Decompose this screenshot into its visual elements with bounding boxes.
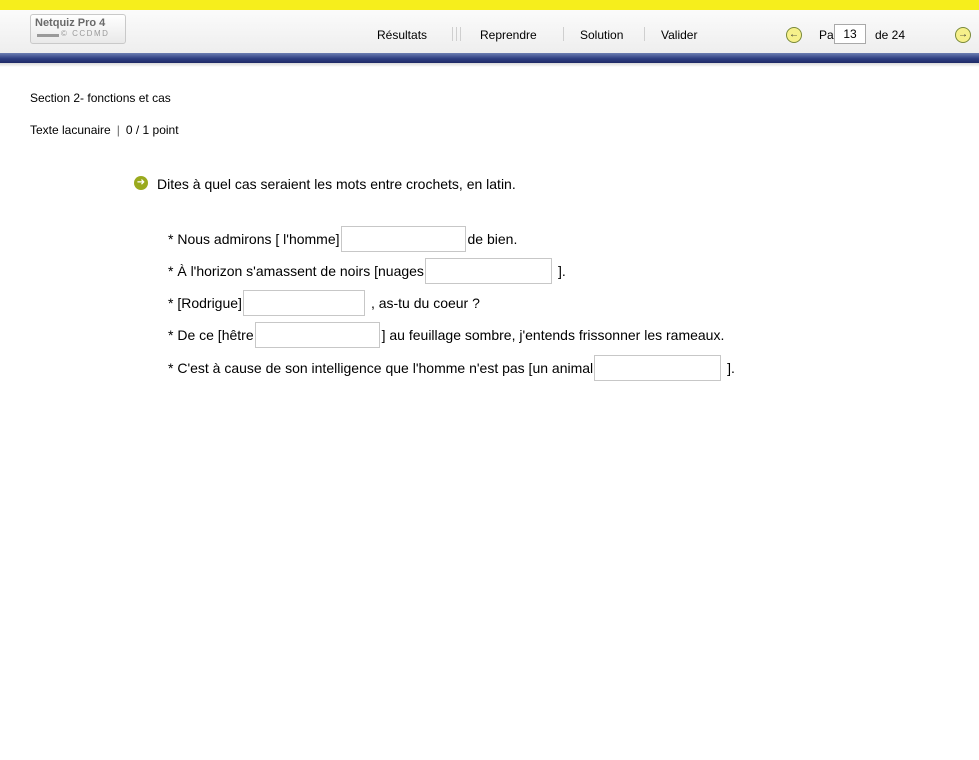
section-title: Section 2- fonctions et cas bbox=[30, 91, 171, 105]
question-type: Texte lacunaire bbox=[30, 123, 111, 137]
gap-line-4: * De ce [hêtre ] au feuillage sombre, j'… bbox=[168, 322, 724, 348]
valider-button[interactable]: Valider bbox=[661, 28, 697, 42]
question-meta: Texte lacunaire | 0 / 1 point bbox=[30, 123, 179, 137]
header-shadow bbox=[0, 63, 979, 67]
left-arrow-icon: ← bbox=[789, 29, 799, 40]
app-logo: Netquiz Pro 4 © CCDMD bbox=[30, 14, 126, 44]
line-text-before: * Nous admirons [ l'homme] bbox=[168, 231, 340, 247]
toolbar: Netquiz Pro 4 © CCDMD Résultats Reprendr… bbox=[0, 10, 979, 53]
top-accent-stripe bbox=[0, 0, 979, 10]
line-text-after: ]. bbox=[557, 263, 566, 279]
gap-input-4[interactable] bbox=[254, 322, 380, 348]
line-text-after: de bien. bbox=[467, 231, 518, 247]
arrow-right-circle-icon: ➜ bbox=[134, 176, 148, 190]
page-total: de 24 bbox=[875, 28, 906, 42]
line-text-before: * [Rodrigue] bbox=[168, 295, 242, 311]
line-text-after: ]. bbox=[727, 360, 735, 376]
line-text-before: * C'est à cause de son intelligence que … bbox=[168, 360, 594, 376]
right-arrow-icon: → bbox=[958, 29, 968, 40]
header-blue-band bbox=[0, 53, 979, 63]
question-score: 0 / 1 point bbox=[125, 123, 179, 137]
solution-button[interactable]: Solution bbox=[580, 28, 623, 42]
logo-org: © CCDMD bbox=[61, 29, 110, 38]
next-page-button[interactable]: → bbox=[955, 27, 971, 43]
logo-bar bbox=[37, 34, 59, 37]
gap-input-2[interactable] bbox=[424, 258, 552, 284]
toolbar-divider bbox=[452, 27, 453, 41]
toolbar-divider bbox=[644, 27, 645, 41]
gap-line-2: * À l'horizon s'amassent de noirs [nuage… bbox=[168, 258, 566, 284]
page-number-input[interactable] bbox=[834, 24, 866, 44]
logo-name: Netquiz Pro 4 bbox=[35, 17, 106, 29]
gap-line-3: * [Rodrigue] , as-tu du coeur ? bbox=[168, 290, 480, 316]
line-text-after: , as-tu du coeur ? bbox=[370, 295, 480, 311]
line-text-before: * À l'horizon s'amassent de noirs [nuage… bbox=[168, 263, 424, 279]
toolbar-divider bbox=[563, 27, 564, 41]
gap-input-1[interactable] bbox=[340, 226, 466, 252]
toolbar-divider bbox=[456, 27, 457, 41]
reprendre-button[interactable]: Reprendre bbox=[480, 28, 537, 42]
gap-line-1: * Nous admirons [ l'homme] de bien. bbox=[168, 226, 517, 252]
previous-page-button[interactable]: ← bbox=[786, 27, 802, 43]
resultats-button[interactable]: Résultats bbox=[377, 28, 427, 42]
line-text-before: * De ce [hêtre bbox=[168, 327, 254, 343]
toolbar-divider bbox=[460, 27, 461, 41]
gap-input-3[interactable] bbox=[242, 290, 365, 316]
line-text-after: ] au feuillage sombre, j'entends frisson… bbox=[381, 327, 725, 343]
question-instruction: Dites à quel cas seraient les mots entre… bbox=[157, 176, 516, 192]
gap-line-5: * C'est à cause de son intelligence que … bbox=[168, 355, 735, 381]
gap-input-5[interactable] bbox=[594, 355, 722, 381]
meta-separator: | bbox=[116, 123, 120, 137]
